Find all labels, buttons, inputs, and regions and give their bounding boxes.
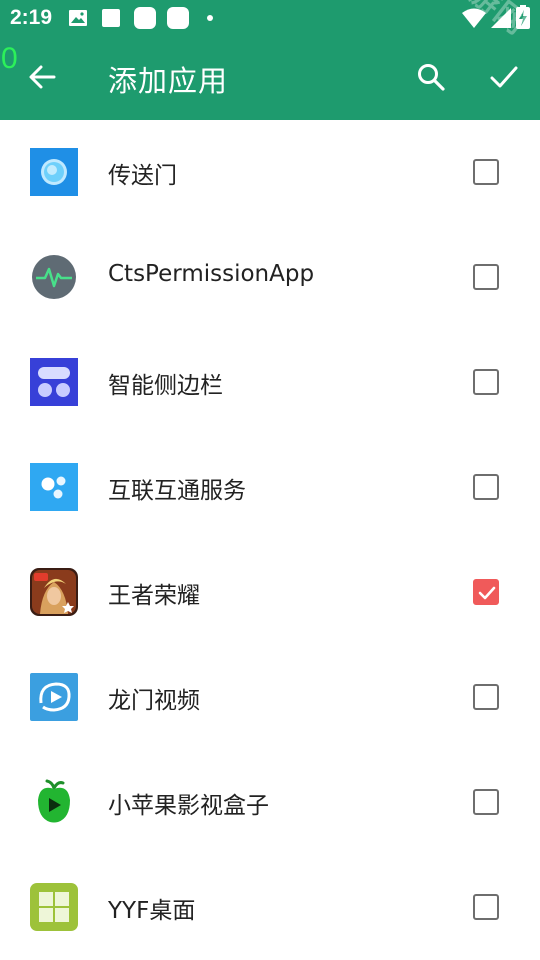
app-bar: 2:19 0 添加应用 新华手游网 [0, 0, 540, 120]
app-checkbox[interactable] [473, 579, 499, 605]
search-icon [418, 64, 445, 91]
app-name: 小苹果影视盒子 [108, 793, 269, 819]
app-name: 互联互通服务 [108, 478, 246, 504]
notification-app-icon [134, 7, 156, 29]
more-notifications-dot-icon [207, 15, 213, 21]
app-name: 智能侧边栏 [108, 373, 223, 399]
app-row[interactable]: CtsPermissionApp [0, 225, 540, 330]
app-row[interactable]: 传送门 [0, 120, 540, 225]
app-row[interactable]: 智能侧边栏 [0, 330, 540, 435]
app-row[interactable]: 小苹果影视盒子 [0, 750, 540, 855]
app-name: CtsPermissionApp [108, 261, 315, 287]
confirm-button[interactable] [480, 53, 528, 101]
app-checkbox[interactable] [473, 789, 499, 815]
gallery-notification-icon [69, 10, 87, 26]
status-bar: 2:19 [0, 0, 540, 38]
apple-tv-app-icon [38, 779, 70, 823]
page-title: 添加应用 [108, 64, 229, 98]
app-name: YYF桌面 [108, 898, 196, 924]
debug-overlay: 0 [1, 42, 18, 75]
status-time: 2:19 [10, 6, 53, 29]
launcher-app-icon [30, 883, 78, 931]
search-button[interactable] [407, 53, 455, 101]
app-checkbox[interactable] [473, 684, 499, 710]
app-name: 传送门 [108, 163, 177, 189]
app-list: 传送门 CtsPermissionApp 智能侧边栏 互联互通服务 王者荣耀 龙… [0, 120, 540, 960]
app-checkbox[interactable] [473, 369, 499, 395]
app-row[interactable]: 龙门视频 [0, 645, 540, 750]
portal-app-icon [30, 148, 78, 196]
back-arrow-icon [29, 65, 56, 89]
app-checkbox[interactable] [473, 894, 499, 920]
check-icon [490, 66, 518, 88]
sidebar-app-icon [30, 358, 78, 406]
app-row[interactable]: YYF桌面 [0, 855, 540, 960]
notification-app-icon-2 [167, 7, 189, 29]
app-checkbox[interactable] [473, 264, 499, 290]
game-app-icon [30, 568, 78, 616]
checkmark-icon [478, 586, 496, 600]
interconnect-app-icon [30, 463, 78, 511]
app-checkbox[interactable] [473, 474, 499, 500]
app-checkbox[interactable] [473, 159, 499, 185]
app-name: 龙门视频 [108, 688, 200, 714]
permission-app-icon [32, 255, 76, 299]
app-row[interactable]: 互联互通服务 [0, 435, 540, 540]
app-name: 王者荣耀 [108, 583, 200, 609]
notification-square-icon [102, 9, 120, 27]
app-row[interactable]: 王者荣耀 [0, 540, 540, 645]
video-app-icon [30, 673, 78, 721]
back-button[interactable] [18, 53, 66, 101]
